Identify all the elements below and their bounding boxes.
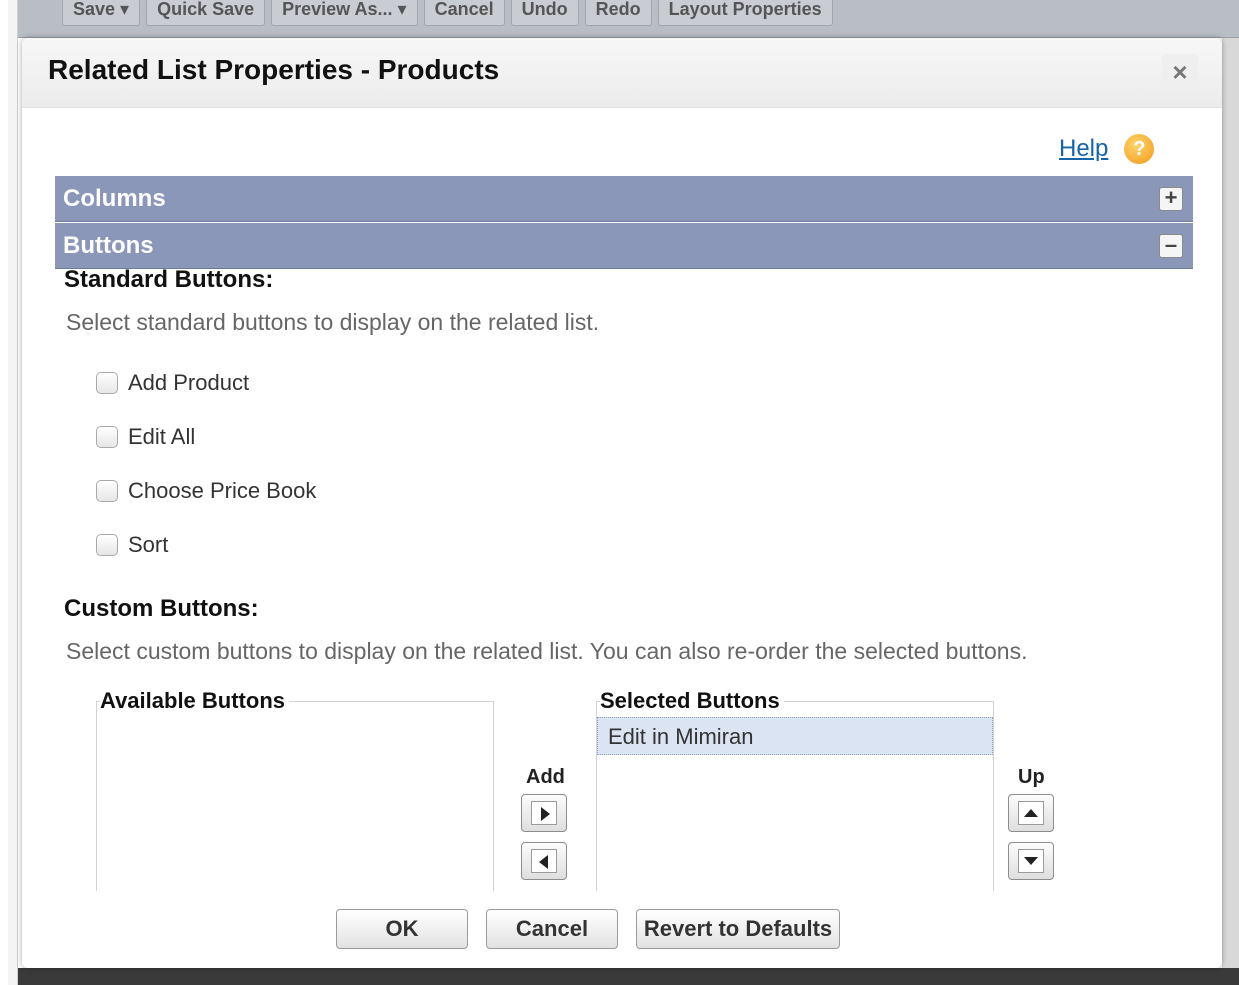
move-up-button[interactable] xyxy=(1008,794,1054,832)
checkbox-label: Choose Price Book xyxy=(128,478,317,503)
checkbox-sort[interactable]: Sort xyxy=(96,532,168,558)
section-columns-label: Columns xyxy=(63,185,166,212)
arrow-right-icon xyxy=(541,807,550,821)
add-label: Add xyxy=(526,766,565,788)
background-toolbar: Save ▾ Quick Save Preview As... ▾ Cancel… xyxy=(18,0,1239,38)
section-columns[interactable]: Columns + xyxy=(55,176,1193,222)
help-link[interactable]: Help xyxy=(1059,135,1108,163)
related-list-properties-dialog: Related List Properties - Products × Hel… xyxy=(22,38,1222,968)
available-buttons-title: Available Buttons xyxy=(100,688,289,714)
background-page-edge xyxy=(8,0,18,985)
background-page-right xyxy=(1222,38,1239,985)
collapse-icon[interactable]: – xyxy=(1159,234,1183,258)
section-buttons[interactable]: Buttons – xyxy=(55,223,1193,269)
bg-redo-button: Redo xyxy=(584,0,652,26)
close-icon[interactable]: × xyxy=(1162,54,1198,90)
checkbox-add-product[interactable]: Add Product xyxy=(96,370,249,396)
custom-buttons-instruction: Select custom buttons to display on the … xyxy=(66,638,1028,664)
bg-preview-as-button: Preview As... ▾ xyxy=(271,0,418,26)
expand-icon[interactable]: + xyxy=(1159,187,1183,211)
help-icon[interactable]: ? xyxy=(1124,134,1155,164)
bg-quick-save-button: Quick Save xyxy=(146,0,266,26)
list-item[interactable]: Edit in Mimiran xyxy=(597,717,993,755)
arrow-left-icon xyxy=(539,855,548,869)
checkbox-label: Sort xyxy=(128,532,169,557)
section-buttons-label: Buttons xyxy=(63,232,154,259)
revert-to-defaults-button[interactable]: Revert to Defaults xyxy=(636,909,840,949)
up-label: Up xyxy=(1018,766,1045,788)
selected-buttons-title: Selected Buttons xyxy=(600,688,784,714)
bg-save-button: Save ▾ xyxy=(62,0,141,26)
dialog-header: Related List Properties - Products × xyxy=(22,38,1222,108)
cancel-button[interactable]: Cancel xyxy=(486,909,618,949)
ok-button[interactable]: OK xyxy=(336,909,468,949)
dialog-title: Related List Properties - Products xyxy=(48,54,500,85)
checkbox-icon[interactable] xyxy=(96,426,118,448)
standard-buttons-instruction: Select standard buttons to display on th… xyxy=(66,309,600,335)
custom-buttons-heading: Custom Buttons: xyxy=(64,595,259,622)
bg-cancel-button: Cancel xyxy=(423,0,505,26)
remove-button[interactable] xyxy=(521,842,567,880)
help-row: Help ? xyxy=(1059,134,1155,164)
standard-buttons-heading: Standard Buttons: xyxy=(64,266,274,293)
background-page-bottom xyxy=(18,968,1239,985)
checkbox-icon[interactable] xyxy=(96,372,118,394)
move-down-button[interactable] xyxy=(1008,842,1054,880)
available-buttons-list[interactable] xyxy=(96,701,494,891)
bg-undo-button: Undo xyxy=(510,0,579,26)
arrow-down-icon xyxy=(1024,857,1038,865)
arrow-up-icon xyxy=(1024,809,1038,817)
checkbox-choose-price-book[interactable]: Choose Price Book xyxy=(96,478,316,504)
selected-buttons-list[interactable]: Edit in Mimiran xyxy=(596,701,994,891)
bg-layout-properties-button: Layout Properties xyxy=(657,0,833,26)
add-button[interactable] xyxy=(521,794,567,832)
checkbox-edit-all[interactable]: Edit All xyxy=(96,424,195,450)
checkbox-icon[interactable] xyxy=(96,534,118,556)
checkbox-icon[interactable] xyxy=(96,480,118,502)
checkbox-label: Add Product xyxy=(128,370,250,395)
checkbox-label: Edit All xyxy=(128,424,196,449)
